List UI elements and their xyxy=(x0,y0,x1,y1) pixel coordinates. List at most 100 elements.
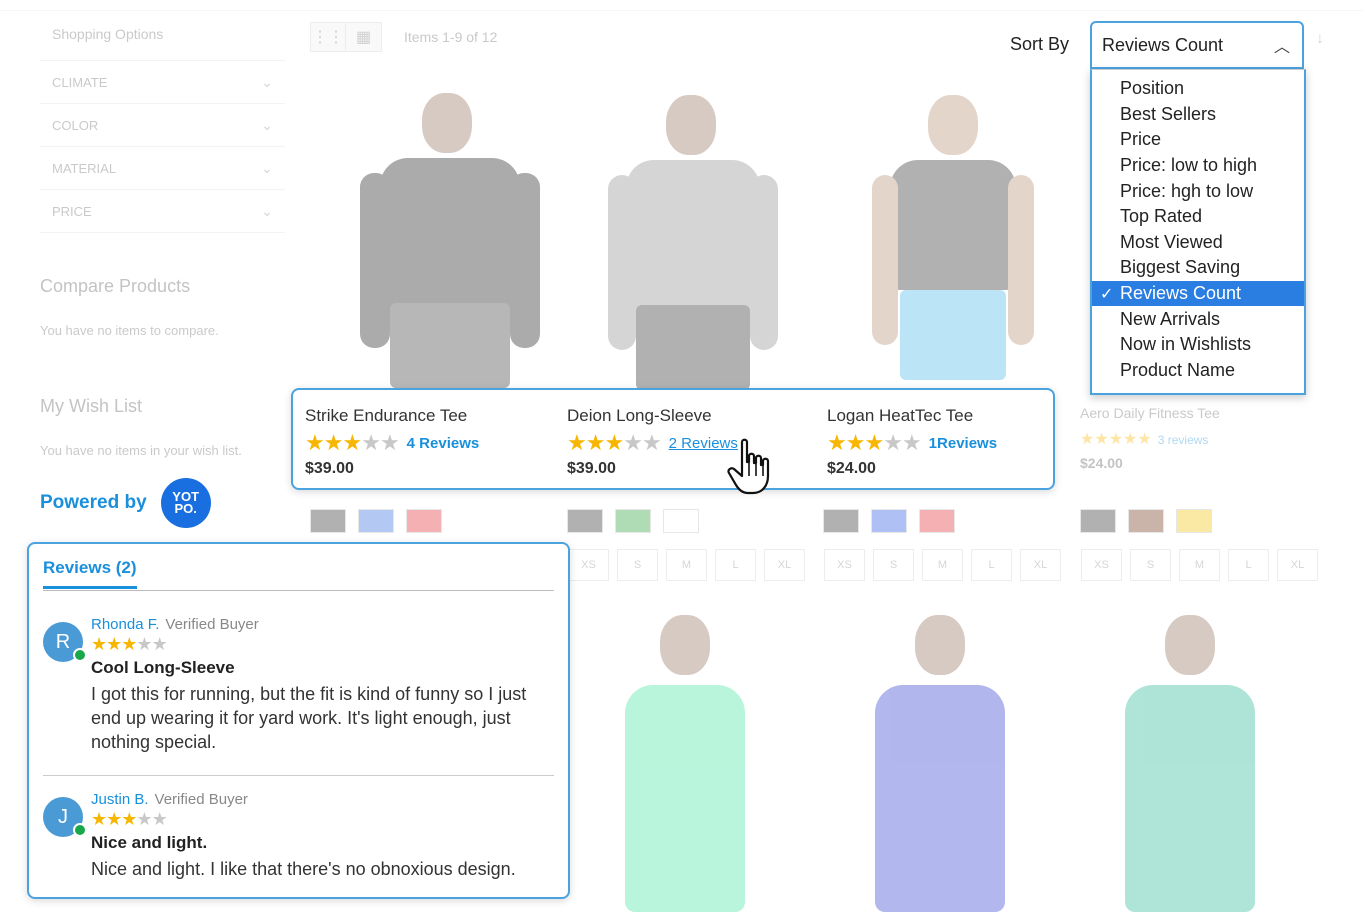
product-price: $39.00 xyxy=(567,460,616,477)
chevron-up-icon: ︿ xyxy=(1273,39,1290,56)
color-swatches xyxy=(567,509,699,533)
sort-option[interactable]: Price: hgh to low xyxy=(1092,178,1304,204)
verified-dot-icon xyxy=(73,648,87,662)
reviews-link[interactable]: 1Reviews xyxy=(929,435,997,452)
review-author[interactable]: Justin B. xyxy=(91,791,149,808)
sort-option[interactable]: Now in Wishlists xyxy=(1092,332,1304,358)
size-button[interactable]: M xyxy=(1179,549,1220,581)
yotpo-logo[interactable]: YOT PO. xyxy=(160,478,211,528)
sort-option-label: Price xyxy=(1120,129,1162,150)
reviews-tab[interactable]: Reviews (2) xyxy=(43,558,137,589)
star-filled-icon: ★ xyxy=(106,634,122,654)
product-image[interactable] xyxy=(868,90,1038,390)
sort-option[interactable]: New Arrivals xyxy=(1092,306,1304,332)
product-name[interactable]: Strike Endurance Tee xyxy=(305,406,479,426)
product-image[interactable] xyxy=(360,88,540,388)
sort-selected-value: Reviews Count xyxy=(1102,34,1224,55)
sort-option[interactable]: Price: low to high xyxy=(1092,153,1304,179)
shopping-options-title: Shopping Options xyxy=(40,20,285,61)
filter-label: COLOR xyxy=(52,117,99,133)
color-swatch[interactable] xyxy=(567,509,603,533)
size-button[interactable]: M xyxy=(922,549,963,581)
sort-by-label: Sort By xyxy=(1010,34,1070,54)
size-button[interactable]: S xyxy=(617,549,658,581)
color-swatch[interactable] xyxy=(663,509,699,533)
sort-option-label: Biggest Saving xyxy=(1120,257,1241,278)
color-swatch[interactable] xyxy=(406,509,442,533)
color-swatch[interactable] xyxy=(919,509,955,533)
sort-option-label: Now in Wishlists xyxy=(1120,334,1252,355)
color-swatch[interactable] xyxy=(871,509,907,533)
size-button[interactable]: XL xyxy=(764,549,805,581)
star-empty-icon: ★ xyxy=(379,430,400,455)
size-button[interactable]: XL xyxy=(1277,549,1318,581)
filter-color[interactable]: COLOR ⌄ xyxy=(40,104,285,147)
sort-option-label: Most Viewed xyxy=(1120,231,1223,252)
sort-option[interactable]: Product Name xyxy=(1092,358,1304,384)
size-button[interactable]: L xyxy=(1228,549,1269,581)
sort-direction-icon[interactable]: ↓ xyxy=(1316,30,1324,48)
color-swatch[interactable] xyxy=(1128,509,1164,533)
size-button[interactable]: L xyxy=(715,549,756,581)
sort-option-label: New Arrivals xyxy=(1120,308,1221,329)
product-item: Logan HeatTec Tee ★★★★★ 1Reviews $24.00 xyxy=(827,406,997,478)
size-button[interactable]: XL xyxy=(1020,549,1061,581)
filter-price[interactable]: PRICE ⌄ xyxy=(40,190,285,233)
review-title: Nice and light. xyxy=(91,833,208,852)
powered-by: Powered by YOT PO. xyxy=(40,478,211,528)
size-button[interactable]: XS xyxy=(568,549,609,581)
color-swatch[interactable] xyxy=(1176,509,1212,533)
sort-option-label: Product Name xyxy=(1120,359,1236,380)
review-author[interactable]: Rhonda F. xyxy=(91,616,159,633)
color-swatch[interactable] xyxy=(823,509,859,533)
sort-option[interactable]: Position xyxy=(1092,76,1304,102)
reviews-link[interactable]: 3 reviews xyxy=(1158,433,1209,447)
filter-material[interactable]: MATERIAL ⌄ xyxy=(40,147,285,190)
size-button[interactable]: M xyxy=(666,549,707,581)
size-button[interactable]: XS xyxy=(824,549,865,581)
color-swatch[interactable] xyxy=(358,509,394,533)
star-empty-icon: ★ xyxy=(151,809,168,829)
review-title: Cool Long-Sleeve xyxy=(91,658,235,677)
star-empty-icon: ★ xyxy=(151,634,168,654)
filter-label: CLIMATE xyxy=(52,74,108,90)
product-name[interactable]: Aero Daily Fitness Tee xyxy=(1080,405,1220,421)
sort-option[interactable]: Most Viewed xyxy=(1092,230,1304,256)
product-name[interactable]: Logan HeatTec Tee xyxy=(827,406,997,426)
sort-option[interactable]: Biggest Saving xyxy=(1092,255,1304,281)
filter-label: MATERIAL xyxy=(52,160,117,176)
size-options: XS S M L XL xyxy=(824,549,1061,581)
size-button[interactable]: XS xyxy=(1081,549,1122,581)
star-empty-icon: ★ xyxy=(623,430,643,455)
color-swatch[interactable] xyxy=(1080,509,1116,533)
product-image[interactable] xyxy=(870,615,1010,912)
wishlist-title: My Wish List xyxy=(40,396,143,416)
star-filled-icon: ★ xyxy=(567,430,587,455)
sort-option[interactable]: Top Rated xyxy=(1092,204,1304,230)
reviews-link[interactable]: 4 Reviews xyxy=(407,435,480,452)
color-swatches xyxy=(1080,509,1212,533)
size-button[interactable]: L xyxy=(971,549,1012,581)
product-item: Strike Endurance Tee ★★★★★ 4 Reviews $39… xyxy=(305,406,479,478)
color-swatch[interactable] xyxy=(310,509,346,533)
size-options: XS S M L XL xyxy=(1081,549,1318,581)
list-view-icon[interactable]: ▦ xyxy=(346,22,382,52)
size-button[interactable]: S xyxy=(1130,549,1171,581)
sort-select[interactable]: Reviews Count ︿ xyxy=(1090,21,1304,69)
sort-option[interactable]: Best Sellers xyxy=(1092,102,1304,128)
product-card[interactable]: Aero Daily Fitness Tee ★★★★★ 3 reviews $2… xyxy=(1080,405,1220,471)
filter-climate[interactable]: CLIMATE ⌄ xyxy=(40,61,285,104)
product-rating: ★★★★★ 4 Reviews xyxy=(305,430,479,456)
product-name[interactable]: Deion Long-Sleeve xyxy=(567,406,738,426)
star-empty-icon: ★ xyxy=(136,809,152,829)
grid-view-icon[interactable]: ⋮⋮ xyxy=(310,22,346,52)
product-image[interactable] xyxy=(620,615,750,912)
sort-option[interactable]: Price xyxy=(1092,127,1304,153)
sidebar: Shopping Options CLIMATE ⌄ COLOR ⌄ MATERIA… xyxy=(40,20,285,458)
product-image[interactable] xyxy=(1120,615,1260,912)
product-image[interactable] xyxy=(608,90,778,390)
product-info-card: Strike Endurance Tee ★★★★★ 4 Reviews $39… xyxy=(291,388,1055,490)
sort-option[interactable]: ✓ Reviews Count xyxy=(1092,280,1304,307)
size-button[interactable]: S xyxy=(873,549,914,581)
color-swatch[interactable] xyxy=(615,509,651,533)
